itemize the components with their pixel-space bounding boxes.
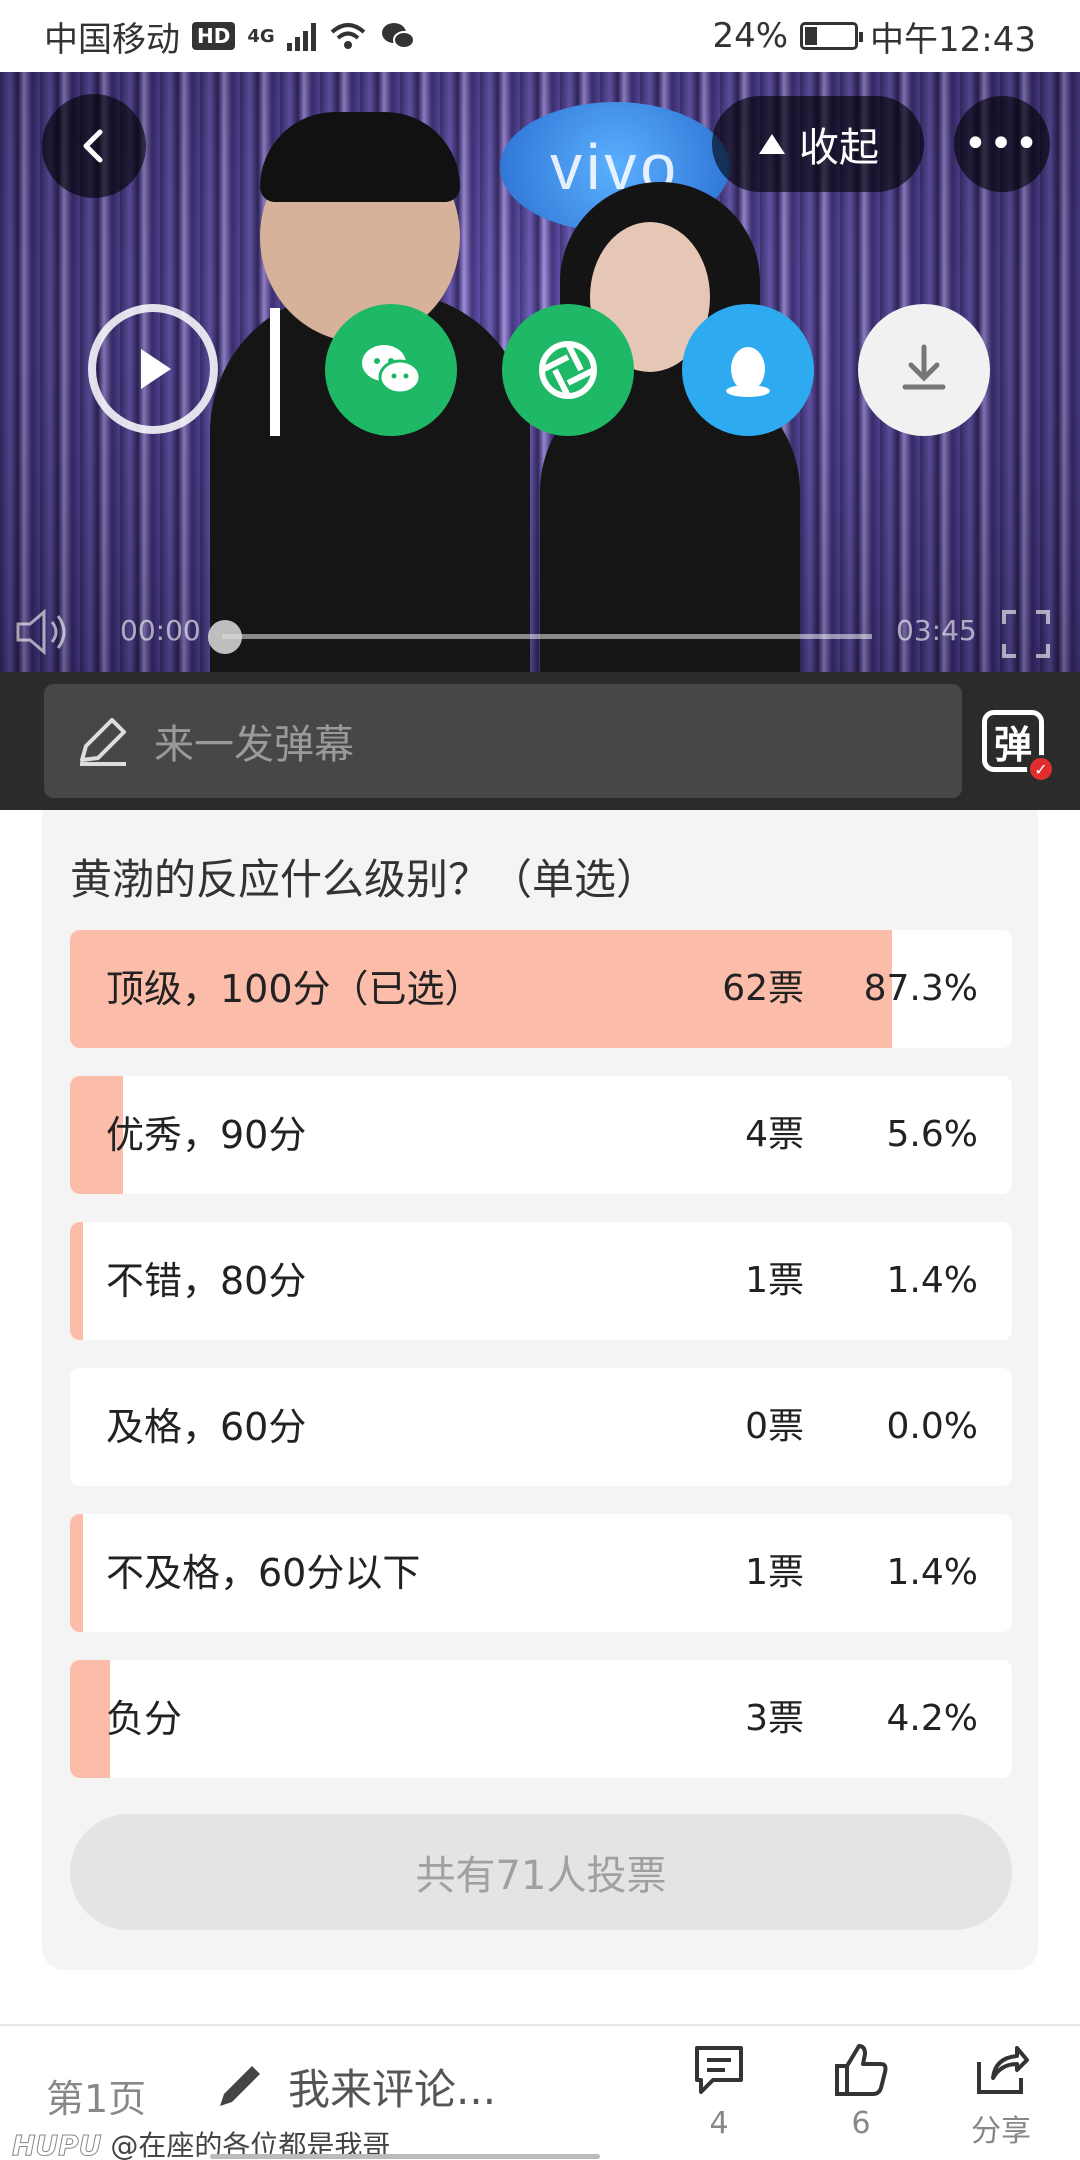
video-controls: 00:00 03:45 <box>0 592 1080 672</box>
wechat-icon <box>362 345 422 395</box>
status-right: 24% 中午12:43 <box>712 12 1036 61</box>
status-bar: 中国移动 HD 4G 24% 中午12:43 <box>0 0 1080 72</box>
collapse-label: 收起 <box>799 125 879 171</box>
download-icon <box>902 344 946 390</box>
triangle-up-icon <box>759 134 785 154</box>
poll-option-percent: 5.6% <box>886 1114 978 1155</box>
poll-option-label: 优秀，90分 <box>106 1113 307 1157</box>
poll-total-button[interactable]: 共有71人投票 <box>70 1814 1012 1930</box>
poll-option[interactable]: 不错，80分 1票 1.4% <box>70 1222 1012 1340</box>
share-icon <box>977 2046 1029 2094</box>
poll-option-bar <box>70 1222 84 1340</box>
wechat-notification-icon <box>381 23 415 49</box>
danmaku-placeholder: 来一发弹幕 <box>154 722 354 768</box>
battery-icon <box>800 22 864 50</box>
poll-option-votes: 1票 <box>745 1552 804 1593</box>
back-button[interactable] <box>42 94 146 198</box>
pencil-icon <box>80 718 126 766</box>
poll-title: 黄渤的反应什么级别？（单选） <box>70 855 659 904</box>
play-icon <box>141 349 171 389</box>
danmaku-bar: 来一发弹幕 弹 ✓ <box>0 672 1080 810</box>
more-button[interactable]: ••• <box>954 96 1050 192</box>
poll-option[interactable]: 优秀，90分 4票 5.6% <box>70 1076 1012 1194</box>
divider <box>270 308 280 436</box>
share-button[interactable]: 分享 <box>946 2040 1056 2150</box>
comments-count: 4 <box>709 2106 729 2141</box>
poll-option-votes: 1票 <box>745 1260 804 1301</box>
poll-option-label: 不及格，60分以下 <box>106 1551 421 1595</box>
fullscreen-icon[interactable] <box>1000 608 1052 660</box>
battery-percent: 24% <box>712 16 789 56</box>
poll-option-bar <box>70 1514 84 1632</box>
poll-option-label: 不错，80分 <box>106 1259 307 1303</box>
current-time: 00:00 <box>120 614 201 647</box>
video-figure-left-hair <box>260 112 460 202</box>
poll-option[interactable]: 及格，60分 0票 0.0% <box>70 1368 1012 1486</box>
poll-option-bar <box>70 1660 110 1778</box>
collapse-button[interactable]: 收起 <box>712 96 924 192</box>
poll-option-label: 及格，60分 <box>106 1405 307 1449</box>
poll-option-votes: 3票 <box>745 1698 804 1739</box>
comment-placeholder: 我来评论... <box>288 2065 497 2114</box>
check-icon: ✓ <box>1027 755 1055 783</box>
share-qq-button[interactable] <box>682 304 814 436</box>
share-moments-button[interactable] <box>502 304 634 436</box>
hd-icon: HD <box>192 22 236 50</box>
watermark-brand: HUPU <box>11 2129 102 2160</box>
comment-bubble-icon <box>695 2046 743 2094</box>
danmaku-toggle-label: 弹 <box>993 722 1032 767</box>
network-type: 4G <box>247 25 275 47</box>
poll-option-label: 负分 <box>106 1697 183 1741</box>
comment-input[interactable]: 我来评论... <box>212 2056 496 2117</box>
thumbs-up-icon <box>835 2044 888 2096</box>
likes-count: 6 <box>851 2106 871 2141</box>
poll-option-votes: 62票 <box>722 968 804 1009</box>
progress-knob[interactable] <box>208 620 242 654</box>
wifi-icon <box>330 23 365 49</box>
carrier-name: 中国移动 <box>44 19 180 60</box>
danmaku-input[interactable]: 来一发弹幕 <box>44 684 962 798</box>
poll-option-percent: 87.3% <box>863 968 978 1009</box>
danmaku-toggle-button[interactable]: 弹 ✓ <box>982 710 1055 783</box>
poll-card: 黄渤的反应什么级别？（单选） 顶级，100分（已选） 62票 87.3% 优秀，… <box>42 810 1038 1970</box>
aperture-icon <box>539 341 597 399</box>
volume-icon[interactable] <box>14 606 74 658</box>
poll-option-percent: 1.4% <box>886 1260 978 1301</box>
home-indicator <box>210 2154 600 2159</box>
qq-penguin-icon <box>726 347 770 397</box>
poll-option-votes: 0票 <box>745 1406 804 1447</box>
progress-track[interactable] <box>222 634 872 639</box>
share-label: 分享 <box>971 2114 1031 2149</box>
poll-option[interactable]: 负分 3票 4.2% <box>70 1660 1012 1778</box>
more-icon: ••• <box>963 121 1041 167</box>
download-button[interactable] <box>858 304 990 436</box>
share-wechat-button[interactable] <box>325 304 457 436</box>
clock: 中午12:43 <box>870 19 1036 60</box>
poll-option-votes: 4票 <box>745 1114 804 1155</box>
poll-option-percent: 1.4% <box>886 1552 978 1593</box>
poll-option-percent: 4.2% <box>886 1698 978 1739</box>
poll-option[interactable]: 不及格，60分以下 1票 1.4% <box>70 1514 1012 1632</box>
edit-icon <box>220 2065 260 2106</box>
comments-button[interactable]: 4 <box>664 2040 774 2141</box>
poll-option-percent: 0.0% <box>886 1406 978 1447</box>
poll-option[interactable]: 顶级，100分（已选） 62票 87.3% <box>70 930 1012 1048</box>
share-row <box>0 304 1080 440</box>
status-left: 中国移动 HD 4G <box>44 12 416 61</box>
chevron-left-icon <box>83 129 103 163</box>
poll-option-label: 顶级，100分（已选） <box>106 967 483 1011</box>
signal-icon <box>286 21 316 51</box>
video-player[interactable]: vivo 收起 ••• 00:00 03:45 <box>0 72 1080 672</box>
total-time: 03:45 <box>896 614 977 647</box>
replay-button[interactable] <box>88 304 218 434</box>
page-indicator[interactable]: 第1页 <box>46 2068 146 2123</box>
like-button[interactable]: 6 <box>806 2040 916 2141</box>
